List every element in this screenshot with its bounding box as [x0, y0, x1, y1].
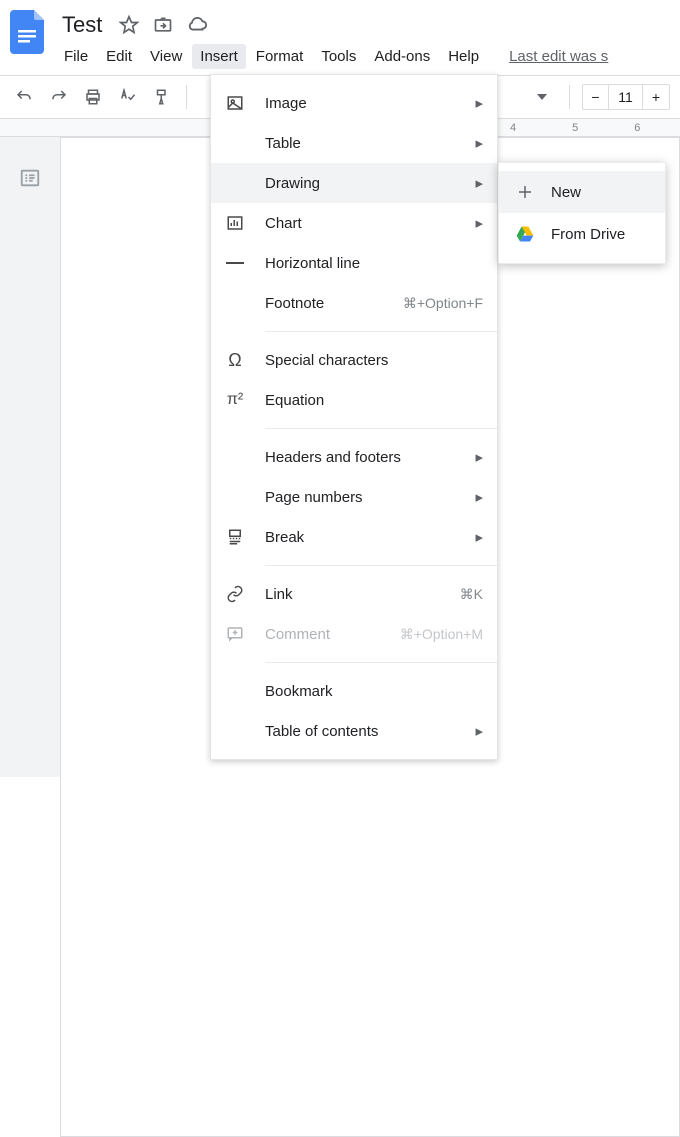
menu-format[interactable]: Format: [248, 44, 312, 69]
pi-icon: π²: [225, 390, 245, 410]
blank-icon: [225, 133, 245, 153]
chevron-right-icon: ▸: [475, 94, 483, 112]
submenu-item-new[interactable]: New: [499, 171, 665, 213]
menu-item-table[interactable]: Table ▸: [211, 123, 497, 163]
menu-item-bookmark[interactable]: Bookmark: [211, 671, 497, 711]
menu-shortcut: ⌘+Option+F: [403, 295, 483, 312]
menu-view[interactable]: View: [142, 44, 190, 69]
omega-icon: Ω: [225, 350, 245, 370]
menu-item-special-characters[interactable]: Ω Special characters: [211, 340, 497, 380]
menu-item-page-numbers[interactable]: Page numbers ▸: [211, 477, 497, 517]
drawing-submenu: New From Drive: [498, 162, 666, 264]
document-title[interactable]: Test: [56, 12, 108, 38]
menu-item-headers-footers[interactable]: Headers and footers ▸: [211, 437, 497, 477]
font-size-increase[interactable]: +: [643, 85, 669, 109]
menu-divider: [265, 331, 497, 332]
menu-divider: [265, 428, 497, 429]
menu-insert[interactable]: Insert: [192, 44, 246, 69]
toolbar-separator: [569, 85, 570, 109]
menu-item-break[interactable]: Break ▸: [211, 517, 497, 557]
menu-label: Break: [265, 529, 455, 546]
menu-addons[interactable]: Add-ons: [366, 44, 438, 69]
menu-label: Headers and footers: [265, 449, 455, 466]
star-icon[interactable]: [116, 12, 142, 38]
menu-item-comment: Comment ⌘+Option+M: [211, 614, 497, 654]
comment-icon: [225, 624, 245, 644]
insert-dropdown: Image ▸ Table ▸ Drawing ▸ Chart ▸ Horizo…: [210, 74, 498, 760]
menu-item-link[interactable]: Link ⌘K: [211, 574, 497, 614]
menu-divider: [265, 565, 497, 566]
outline-icon[interactable]: [15, 163, 45, 193]
chevron-right-icon: ▸: [475, 488, 483, 506]
menu-item-footnote[interactable]: Footnote ⌘+Option+F: [211, 283, 497, 323]
chevron-right-icon: ▸: [475, 722, 483, 740]
menu-label: Table: [265, 135, 455, 152]
menu-edit[interactable]: Edit: [98, 44, 140, 69]
toolbar-separator: [186, 85, 187, 109]
plus-icon: [515, 182, 535, 202]
menu-item-drawing[interactable]: Drawing ▸: [211, 163, 497, 203]
menu-item-horizontal-line[interactable]: Horizontal line: [211, 243, 497, 283]
last-edit-link[interactable]: Last edit was s: [509, 48, 608, 65]
menu-label: Chart: [265, 215, 455, 232]
break-icon: [225, 527, 245, 547]
chevron-right-icon: ▸: [475, 528, 483, 546]
font-size-control: − 11 +: [582, 84, 670, 110]
blank-icon: [225, 487, 245, 507]
menu-label: Footnote: [265, 295, 383, 312]
menu-shortcut: ⌘+Option+M: [400, 626, 483, 643]
chevron-right-icon: ▸: [475, 214, 483, 232]
font-size-decrease[interactable]: −: [583, 85, 609, 109]
menu-divider: [265, 662, 497, 663]
docs-logo[interactable]: [8, 8, 48, 56]
spellcheck-icon[interactable]: [113, 82, 141, 112]
move-icon[interactable]: [150, 12, 176, 38]
menu-shortcut: ⌘K: [460, 586, 483, 603]
chart-icon: [225, 213, 245, 233]
menu-label: Link: [265, 586, 440, 603]
blank-icon: [225, 447, 245, 467]
blank-icon: [225, 681, 245, 701]
ruler-mark: 4: [510, 122, 516, 134]
image-icon: [225, 93, 245, 113]
menu-item-chart[interactable]: Chart ▸: [211, 203, 497, 243]
font-size-value[interactable]: 11: [609, 85, 643, 109]
cloud-icon[interactable]: [184, 12, 210, 38]
dropdown-arrow-icon[interactable]: [527, 82, 557, 112]
menu-file[interactable]: File: [56, 44, 96, 69]
menu-item-image[interactable]: Image ▸: [211, 83, 497, 123]
ruler-mark: 6: [634, 122, 640, 134]
paint-format-icon[interactable]: [148, 82, 176, 112]
menu-help[interactable]: Help: [440, 44, 487, 69]
menu-label: Table of contents: [265, 723, 455, 740]
blank-icon: [225, 293, 245, 313]
menu-item-equation[interactable]: π² Equation: [211, 380, 497, 420]
menu-tools[interactable]: Tools: [313, 44, 364, 69]
submenu-item-from-drive[interactable]: From Drive: [499, 213, 665, 255]
ruler-mark: 5: [572, 122, 578, 134]
chevron-right-icon: ▸: [475, 134, 483, 152]
menu-label: Image: [265, 95, 455, 112]
menu-label: Horizontal line: [265, 255, 483, 272]
drive-icon: [515, 224, 535, 244]
menu-item-toc[interactable]: Table of contents ▸: [211, 711, 497, 751]
chevron-right-icon: ▸: [475, 174, 483, 192]
menu-label: Special characters: [265, 352, 483, 369]
menu-label: Equation: [265, 392, 483, 409]
menu-label: New: [551, 184, 649, 201]
line-icon: [225, 253, 245, 273]
menu-label: Bookmark: [265, 683, 483, 700]
menu-label: Drawing: [265, 175, 455, 192]
print-icon[interactable]: [79, 82, 107, 112]
blank-icon: [225, 173, 245, 193]
menu-bar: File Edit View Insert Format Tools Add-o…: [56, 42, 680, 75]
blank-icon: [225, 721, 245, 741]
chevron-right-icon: ▸: [475, 448, 483, 466]
menu-label: Comment: [265, 626, 380, 643]
redo-icon[interactable]: [44, 82, 72, 112]
undo-icon[interactable]: [10, 82, 38, 112]
menu-label: From Drive: [551, 226, 649, 243]
link-icon: [225, 584, 245, 604]
menu-label: Page numbers: [265, 489, 455, 506]
